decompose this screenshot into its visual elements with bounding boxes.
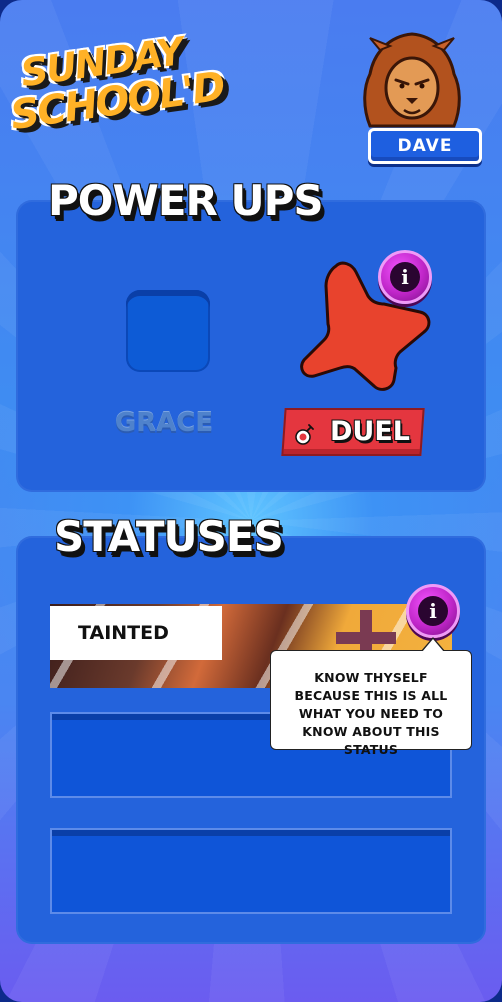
duel-label: DUEL [330, 416, 410, 447]
lion-avatar-icon[interactable] [360, 30, 464, 130]
status-info-button[interactable]: i [406, 584, 460, 638]
info-icon: i [390, 262, 420, 292]
powerup-slot-empty[interactable] [126, 290, 210, 372]
powerups-title: POWER UPS [48, 176, 324, 225]
statuses-title: STATUSES [54, 512, 284, 561]
status-label: TAINTED [50, 606, 222, 660]
bomb-icon [295, 424, 314, 445]
status-slot-empty-2[interactable] [50, 828, 452, 914]
powerup-grace-label: GRACE [114, 408, 214, 438]
game-screen: SUNDAY SCHOOL'D DAVE POWER UPS GRACE i D… [0, 0, 502, 1002]
info-icon: i [418, 596, 448, 626]
status-tooltip: KNOW THYSELF BECAUSE THIS IS ALL WHAT YO… [270, 637, 472, 757]
powerup-info-button[interactable]: i [378, 250, 432, 304]
player-name-button[interactable]: DAVE [368, 128, 482, 164]
